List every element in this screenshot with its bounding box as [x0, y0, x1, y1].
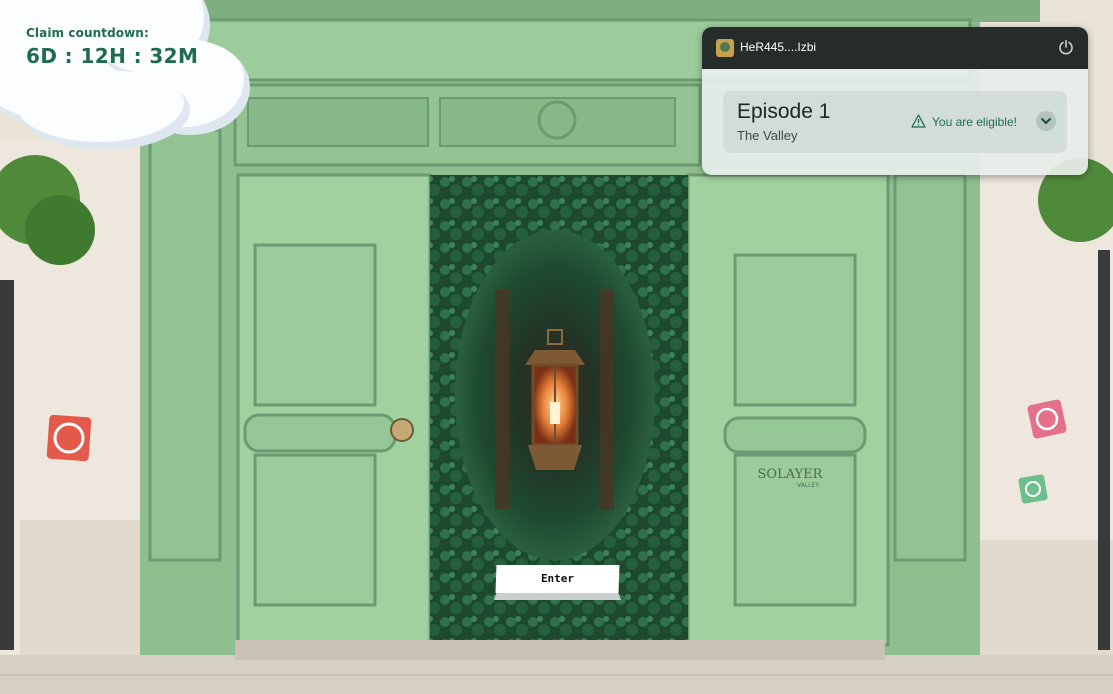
claim-countdown: Claim countdown: 6D : 12H : 32M: [26, 26, 198, 68]
chevron-down-icon: [1041, 118, 1051, 124]
episode-title: Episode 1: [737, 100, 831, 123]
wallet-panel: HeR445....Izbi Episode 1 The Valley You …: [702, 27, 1088, 175]
expand-button[interactable]: [1036, 111, 1056, 131]
warning-triangle-icon: [911, 114, 926, 128]
wallet-address[interactable]: HeR445....Izbi: [740, 40, 816, 54]
enter-button-edge: [494, 593, 621, 600]
power-icon[interactable]: [1058, 39, 1074, 55]
episode-subtitle: The Valley: [737, 128, 798, 143]
episode-card[interactable]: Episode 1 The Valley You are eligible!: [723, 91, 1067, 153]
doorway-scene: SOLAYER VALLEY Claim countdown: 6D : 12H…: [0, 0, 1113, 694]
door-sign-sub: VALLEY: [797, 482, 819, 489]
wallet-bar: HeR445....Izbi: [702, 27, 1088, 69]
eligibility-status: You are eligible!: [932, 115, 1017, 129]
countdown-label: Claim countdown:: [26, 26, 149, 40]
door-sign-brand: SOLAYER: [758, 467, 824, 482]
avatar-icon: [716, 39, 734, 57]
enter-button[interactable]: Enter: [494, 565, 621, 601]
countdown-value: 6D : 12H : 32M: [26, 44, 199, 68]
enter-button-label: Enter: [540, 572, 575, 585]
